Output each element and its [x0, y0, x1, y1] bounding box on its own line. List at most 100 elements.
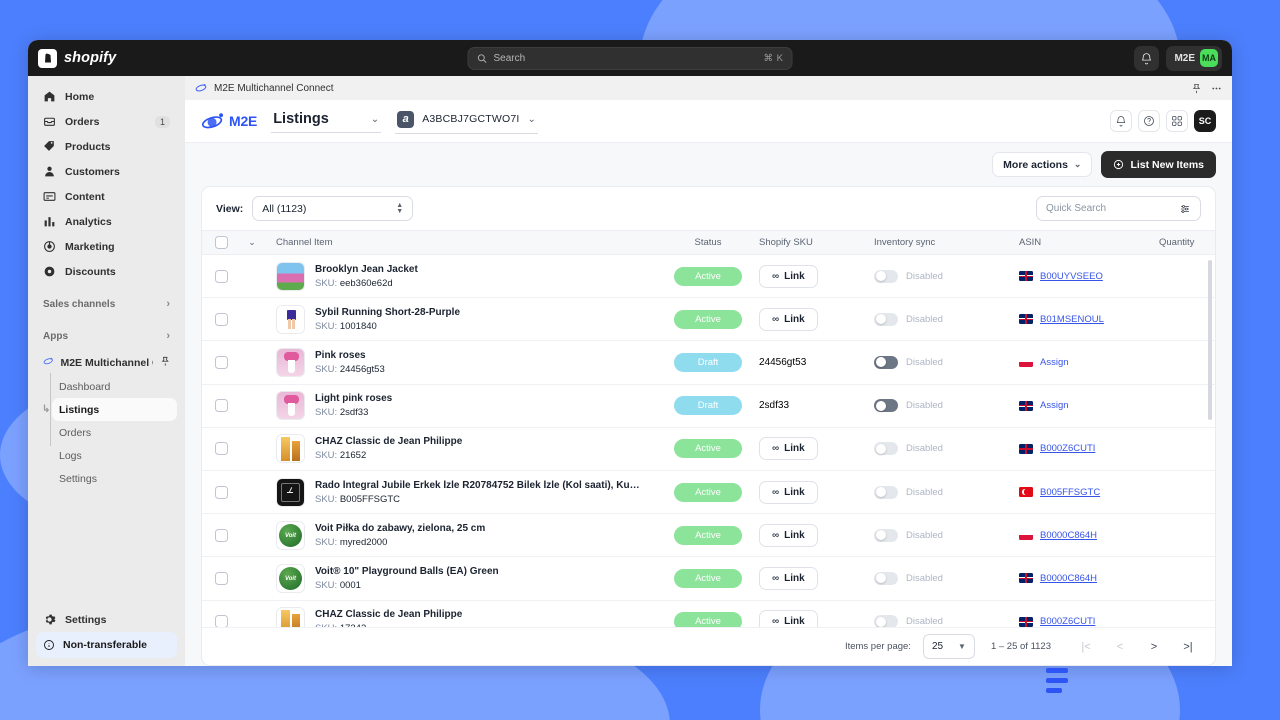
product-title[interactable]: Light pink roses — [315, 393, 392, 404]
asin-assign-link[interactable]: Assign — [1040, 357, 1069, 368]
table-row[interactable]: CHAZ Classic de Jean PhilippeSKU: 21652A… — [202, 428, 1215, 471]
inventory-sync-toggle[interactable] — [874, 399, 898, 412]
row-checkbox[interactable] — [215, 270, 228, 283]
items-per-page-select[interactable]: 25 ▼ — [923, 634, 975, 659]
last-page-button[interactable]: >| — [1177, 636, 1199, 658]
pin-icon[interactable] — [1191, 83, 1202, 94]
quick-search-input[interactable]: Quick Search — [1036, 196, 1201, 221]
row-select-cell[interactable] — [202, 313, 240, 326]
asin-link[interactable]: B000Z6CUTI — [1040, 443, 1095, 454]
sidebar-item-content[interactable]: Content — [36, 184, 177, 209]
sidebar-item-discounts[interactable]: Discounts — [36, 259, 177, 284]
table-row[interactable]: Rado İntegral Jubile Erkek İzle R2078475… — [202, 471, 1215, 514]
view-select[interactable]: All (1123) ▲▼ — [252, 196, 413, 221]
apps-grid-button[interactable] — [1166, 110, 1188, 132]
row-select-cell[interactable] — [202, 572, 240, 585]
account-button[interactable]: M2E MA — [1166, 46, 1222, 71]
inventory-sync-toggle[interactable] — [874, 270, 898, 283]
row-checkbox[interactable] — [215, 356, 228, 369]
col-status[interactable]: Status — [661, 237, 755, 248]
asin-assign-link[interactable]: Assign — [1040, 400, 1069, 411]
floating-widget[interactable] — [1046, 668, 1072, 693]
list-new-items-button[interactable]: List New Items — [1101, 151, 1216, 178]
col-shopify-sku[interactable]: Shopify SKU — [755, 237, 870, 248]
asin-link[interactable]: B0000C864H — [1040, 573, 1097, 584]
row-select-cell[interactable] — [202, 615, 240, 627]
asin-link[interactable]: B0000C864H — [1040, 530, 1097, 541]
sidebar-item-orders[interactable]: Orders 1 — [36, 109, 177, 134]
asin-link[interactable]: B01MSENOUL — [1040, 314, 1104, 325]
table-scrollbar[interactable] — [1208, 260, 1212, 420]
shopify-sku-link-button[interactable]: ∞Link — [759, 265, 818, 288]
sidebar-item-listings[interactable]: Listings — [52, 398, 177, 421]
row-select-cell[interactable] — [202, 529, 240, 542]
inventory-sync-toggle[interactable] — [874, 313, 898, 326]
product-title[interactable]: Rado İntegral Jubile Erkek İzle R2078475… — [315, 480, 645, 491]
non-transferable-banner[interactable]: Non-transferable — [36, 632, 177, 658]
shopify-logo[interactable]: shopify — [38, 49, 116, 68]
select-all-checkbox[interactable] — [215, 236, 228, 249]
product-title[interactable]: Voit® 10" Playground Balls (EA) Green — [315, 566, 499, 577]
inventory-sync-toggle[interactable] — [874, 529, 898, 542]
sidebar-item-home[interactable]: Home — [36, 84, 177, 109]
sidebar-item-customers[interactable]: Customers — [36, 159, 177, 184]
product-title[interactable]: Voit Piłka do zabawy, zielona, 25 cm — [315, 523, 485, 534]
row-checkbox[interactable] — [215, 572, 228, 585]
product-title[interactable]: Brooklyn Jean Jacket — [315, 264, 418, 275]
sidebar-item-settings-app[interactable]: Settings — [52, 467, 177, 490]
sidebar-item-analytics[interactable]: Analytics — [36, 209, 177, 234]
row-checkbox[interactable] — [215, 399, 228, 412]
shopify-sku-link-button[interactable]: ∞Link — [759, 308, 818, 331]
global-search-input[interactable]: Search ⌘ K — [468, 47, 793, 70]
asin-link[interactable]: B000Z6CUTI — [1040, 616, 1095, 627]
row-checkbox[interactable] — [215, 442, 228, 455]
sidebar-item-marketing[interactable]: Marketing — [36, 234, 177, 259]
help-button[interactable] — [1138, 110, 1160, 132]
marketplace-account-select[interactable]: a A3BCBJ7GCTWO7I ⌄ — [395, 109, 538, 134]
table-row[interactable]: CHAZ Classic de Jean PhilippeSKU: 17342A… — [202, 601, 1215, 628]
row-select-cell[interactable] — [202, 486, 240, 499]
col-channel-item[interactable]: Channel Item — [264, 237, 661, 248]
table-row[interactable]: VoitVoit® 10" Playground Balls (EA) Gree… — [202, 557, 1215, 600]
sidebar-item-settings[interactable]: Settings — [36, 607, 177, 632]
asin-link[interactable]: B00UYVSEEO — [1040, 271, 1103, 282]
col-asin[interactable]: ASIN — [1015, 237, 1155, 248]
sidebar-item-logs[interactable]: Logs — [52, 444, 177, 467]
row-select-cell[interactable] — [202, 270, 240, 283]
col-quantity[interactable]: Quantity — [1155, 237, 1215, 248]
row-checkbox[interactable] — [215, 313, 228, 326]
col-inventory-sync[interactable]: Inventory sync — [870, 237, 1015, 248]
row-checkbox[interactable] — [215, 529, 228, 542]
inventory-sync-toggle[interactable] — [874, 486, 898, 499]
prev-page-button[interactable]: < — [1109, 636, 1131, 658]
page-select[interactable]: Listings ⌄ — [271, 109, 381, 133]
row-select-cell[interactable] — [202, 399, 240, 412]
inventory-sync-toggle[interactable] — [874, 615, 898, 627]
inventory-sync-toggle[interactable] — [874, 572, 898, 585]
row-select-cell[interactable] — [202, 442, 240, 455]
sidebar-section-apps[interactable]: Apps › — [36, 324, 177, 348]
notifications-button[interactable] — [1110, 110, 1132, 132]
ellipsis-icon[interactable] — [1211, 83, 1222, 94]
table-row[interactable]: VoitVoit Piłka do zabawy, zielona, 25 cm… — [202, 514, 1215, 557]
sidebar-item-orders-app[interactable]: Orders — [52, 421, 177, 444]
product-title[interactable]: CHAZ Classic de Jean Philippe — [315, 609, 462, 620]
row-select-cell[interactable] — [202, 356, 240, 369]
row-checkbox[interactable] — [215, 615, 228, 627]
table-row[interactable]: Light pink rosesSKU: 2sdf33Draft2sdf33Di… — [202, 385, 1215, 428]
table-row[interactable]: Sybil Running Short-28-PurpleSKU: 100184… — [202, 298, 1215, 341]
notifications-button[interactable] — [1134, 46, 1159, 71]
inventory-sync-toggle[interactable] — [874, 442, 898, 455]
next-page-button[interactable]: > — [1143, 636, 1165, 658]
shopify-sku-link-button[interactable]: ∞Link — [759, 610, 818, 627]
shopify-sku-link-button[interactable]: ∞Link — [759, 524, 818, 547]
bulk-menu-toggle[interactable]: ⌄ — [240, 237, 264, 248]
shopify-sku-link-button[interactable]: ∞Link — [759, 437, 818, 460]
shopify-sku-link-button[interactable]: ∞Link — [759, 481, 818, 504]
select-all-cell[interactable] — [202, 236, 240, 249]
product-title[interactable]: Sybil Running Short-28-Purple — [315, 307, 460, 318]
row-checkbox[interactable] — [215, 486, 228, 499]
product-title[interactable]: Pink roses — [315, 350, 385, 361]
m2e-logo[interactable]: M2E — [201, 112, 257, 130]
more-actions-button[interactable]: More actions ⌄ — [992, 152, 1092, 177]
